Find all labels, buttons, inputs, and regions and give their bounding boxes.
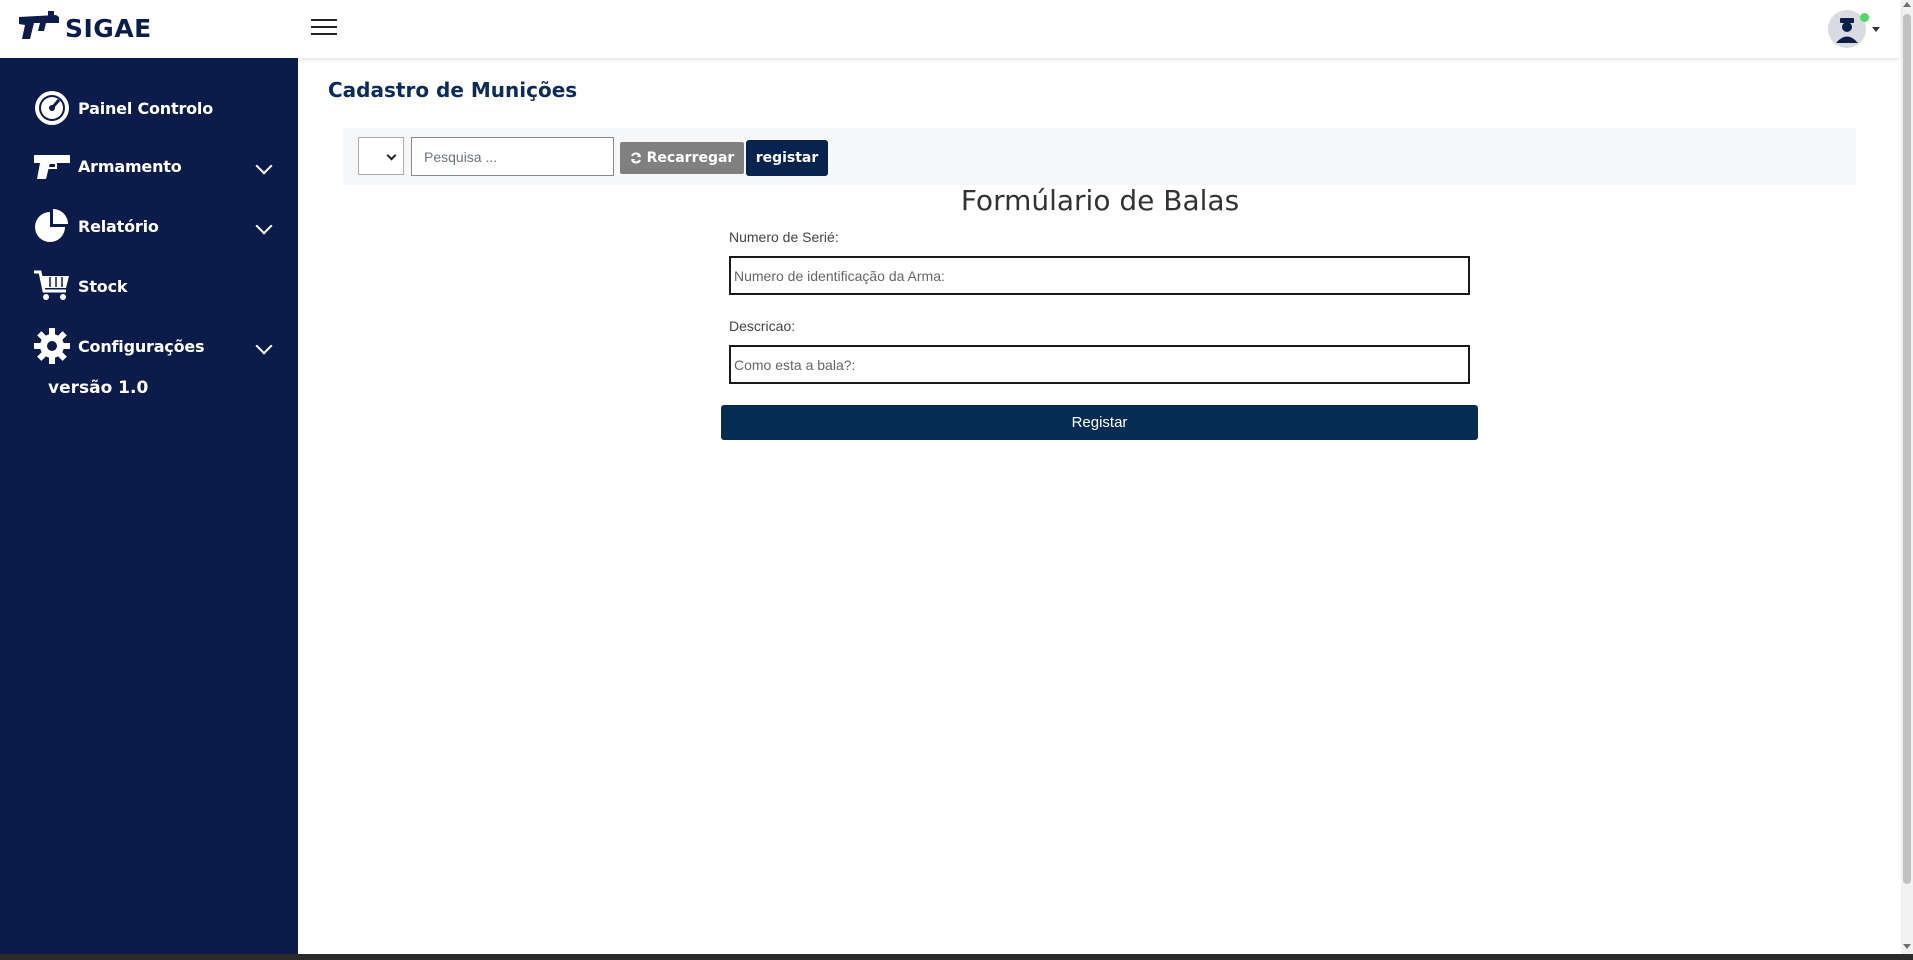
menu-toggle-icon[interactable] (311, 15, 337, 41)
chevron-down-icon (386, 150, 397, 161)
online-status-dot (1860, 13, 1869, 22)
description-field[interactable] (729, 345, 1470, 384)
cart-icon (32, 266, 72, 306)
vertical-scrollbar[interactable] (1901, 0, 1913, 954)
sidebar-item-label: Configurações (78, 336, 205, 356)
register-submit-button[interactable]: Registar (721, 405, 1478, 440)
bottom-edge (0, 954, 1913, 960)
scroll-down-arrow-icon[interactable] (1903, 944, 1911, 949)
sidebar-item-label: Relatório (78, 216, 159, 236)
brand-name: SIGAE (65, 13, 152, 43)
app-version: versão 1.0 (48, 378, 149, 398)
serial-number-label: Numero de Serié: (729, 229, 839, 245)
pistol-icon (32, 146, 72, 186)
description-label: Descricao: (729, 318, 796, 334)
sidebar: Painel Controlo Armamento Relatório Stoc… (0, 58, 298, 954)
sidebar-item-relatorio[interactable]: Relatório (32, 206, 273, 246)
sidebar-item-stock[interactable]: Stock (32, 266, 272, 306)
sidebar-item-label: Stock (78, 276, 128, 296)
reload-label: Recarregar (646, 150, 735, 166)
page-size-select[interactable] (358, 137, 404, 175)
dashboard-gauge-icon (32, 88, 72, 128)
reload-button[interactable]: Recarregar (620, 142, 744, 174)
scroll-up-arrow-icon[interactable] (1903, 2, 1911, 7)
rifle-logo-icon (18, 9, 60, 48)
sidebar-item-painel-controlo[interactable]: Painel Controlo (32, 88, 272, 128)
chevron-down-icon[interactable] (255, 217, 273, 235)
sidebar-item-label: Painel Controlo (78, 98, 214, 118)
sidebar-item-label: Armamento (78, 156, 182, 176)
sidebar-item-configuracoes[interactable]: Configurações (32, 326, 273, 366)
serial-number-field[interactable] (729, 256, 1470, 295)
pie-chart-icon (32, 206, 72, 246)
refresh-icon (630, 152, 641, 164)
page-title: Cadastro de Munições (328, 78, 578, 102)
chevron-down-icon[interactable] (255, 157, 273, 175)
search-input[interactable] (411, 137, 614, 176)
brand-logo[interactable]: SIGAE (18, 10, 152, 46)
sidebar-item-armamento[interactable]: Armamento (32, 146, 273, 186)
form-title: Formúlario de Balas (960, 184, 1240, 217)
top-header: SIGAE (0, 0, 1900, 58)
chevron-down-icon (1872, 26, 1880, 32)
register-toolbar-button[interactable]: registar (746, 140, 828, 176)
scrollbar-thumb[interactable] (1903, 14, 1911, 884)
gear-icon (32, 326, 72, 366)
toolbar: Recarregar registar (343, 128, 1856, 185)
chevron-down-icon[interactable] (255, 337, 273, 355)
user-menu[interactable] (1828, 10, 1880, 48)
